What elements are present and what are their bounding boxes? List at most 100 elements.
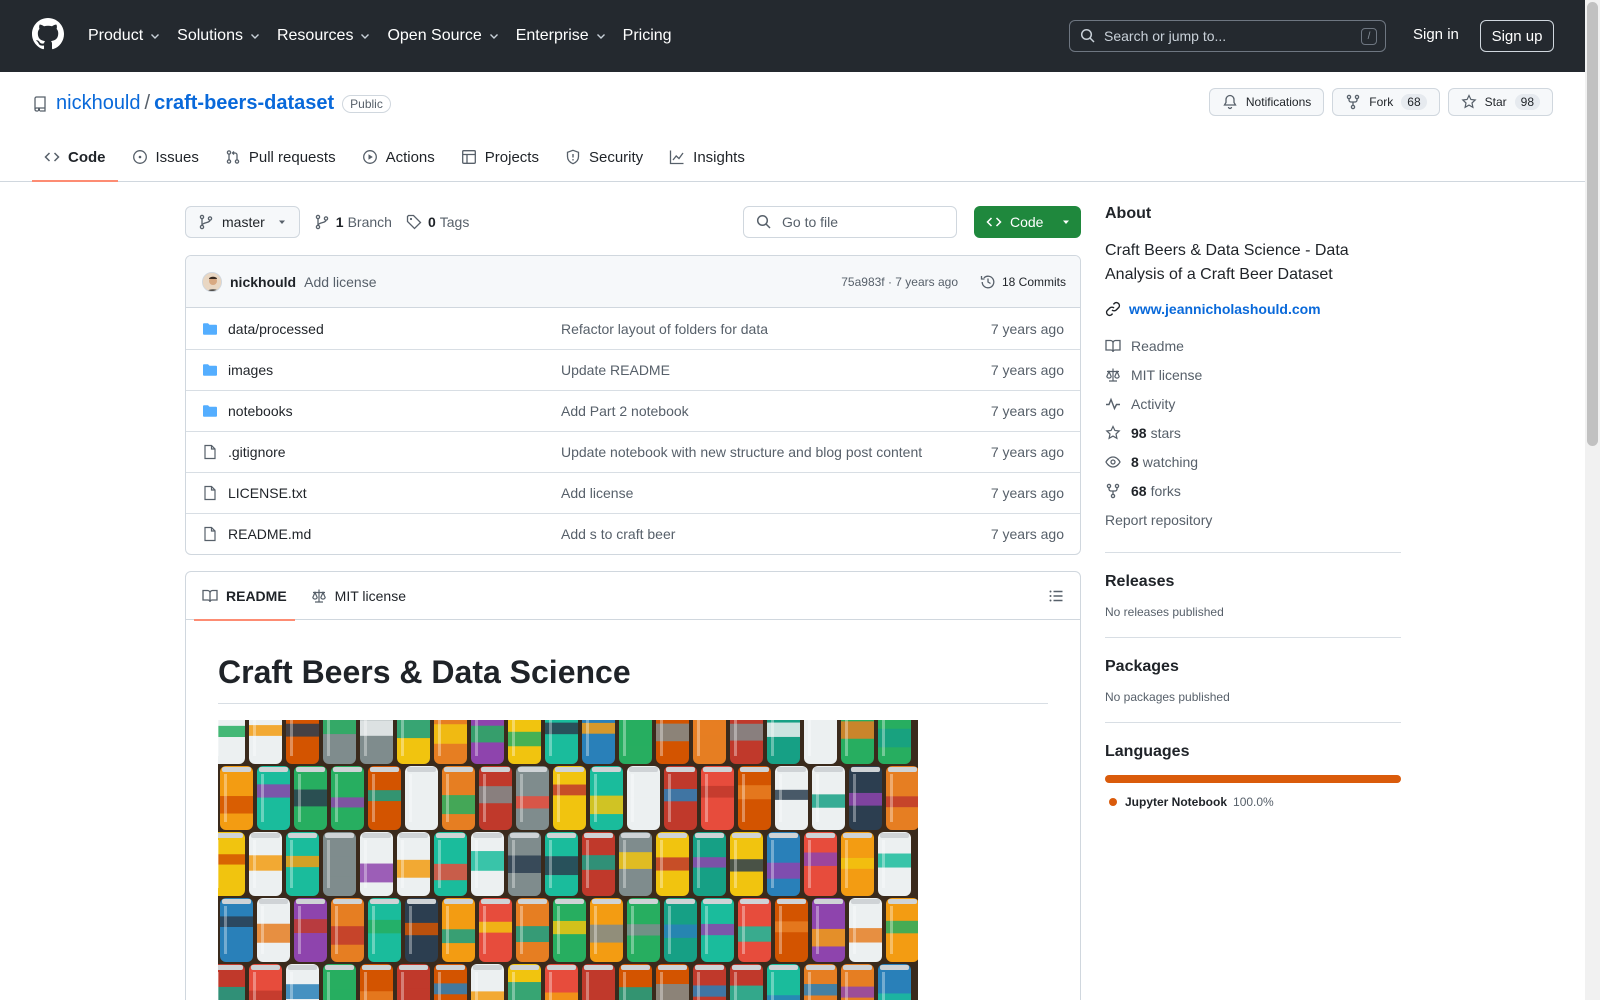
file-commit-age: 7 years ago <box>990 403 1064 419</box>
page-scrollbar[interactable] <box>1585 0 1600 1000</box>
beer-can <box>730 720 763 764</box>
stars-link[interactable]: 98 stars <box>1105 418 1401 447</box>
language-color-dot <box>1109 798 1117 806</box>
commit-author-link[interactable]: nickhould <box>230 274 296 290</box>
repo-name-link[interactable]: craft-beers-dataset <box>154 92 334 115</box>
star-button[interactable]: Star 98 <box>1447 88 1553 116</box>
list-unordered-icon[interactable] <box>1048 588 1064 604</box>
chevron-down-icon <box>489 34 498 39</box>
file-commit-message[interactable]: Add Part 2 notebook <box>561 403 689 419</box>
nav-pricing[interactable]: Pricing <box>623 27 672 45</box>
activity-link[interactable]: Activity <box>1105 389 1401 418</box>
nav-product[interactable]: Product <box>88 27 161 45</box>
beer-can <box>841 964 874 1000</box>
tab-actions[interactable]: Actions <box>350 132 447 182</box>
beer-can <box>397 832 430 896</box>
github-logo-icon[interactable] <box>32 18 64 50</box>
file-commit-message[interactable]: Add s to craft beer <box>561 526 675 542</box>
repo-owner-link[interactable]: nickhould <box>56 92 141 115</box>
nav-resources[interactable]: Resources <box>277 27 371 45</box>
file-row[interactable]: README.md Add s to craft beer 7 years ago <box>186 513 1080 554</box>
history-icon <box>980 275 995 288</box>
branch-name: master <box>222 214 265 230</box>
releases-empty: No releases published <box>1105 605 1224 619</box>
fork-button[interactable]: Fork 68 <box>1332 88 1440 116</box>
tab-security[interactable]: Security <box>553 132 655 182</box>
beer-can <box>479 898 512 962</box>
file-commit-age: 7 years ago <box>990 362 1064 378</box>
file-icon <box>202 485 218 501</box>
file-row[interactable]: data/processed Refactor layout of folders… <box>186 308 1080 349</box>
file-name-link[interactable]: README.md <box>228 526 311 542</box>
beer-can <box>360 964 393 1000</box>
file-row[interactable]: images Update README 7 years ago <box>186 349 1080 390</box>
sign-up-button[interactable]: Sign up <box>1480 20 1554 52</box>
file-row[interactable]: LICENSE.txt Add license 7 years ago <box>186 472 1080 513</box>
file-commit-message[interactable]: Add license <box>561 485 633 501</box>
tab-projects[interactable]: Projects <box>449 132 551 182</box>
report-repository-link[interactable]: Report repository <box>1105 505 1401 534</box>
branch-select-button[interactable]: master <box>185 206 300 238</box>
readme-tab[interactable]: README <box>194 572 295 621</box>
beer-can <box>257 766 290 830</box>
beer-can <box>397 720 430 764</box>
file-navigation: master 1 Branch 0 Tags Go to file Code <box>185 205 1081 239</box>
license-tab[interactable]: MIT license <box>303 572 414 620</box>
beer-can <box>767 832 800 896</box>
star-count: 98 <box>1514 94 1540 110</box>
file-commit-message[interactable]: Update README <box>561 362 670 378</box>
language-item[interactable]: Jupyter Notebook 100.0% <box>1105 795 1401 809</box>
file-name-link[interactable]: .gitignore <box>228 444 286 460</box>
tags-link[interactable]: 0 Tags <box>406 214 469 230</box>
file-commit-message[interactable]: Refactor layout of folders for data <box>561 321 768 337</box>
license-link[interactable]: MIT license <box>1105 360 1401 389</box>
repo-separator: / <box>144 92 151 114</box>
sign-in-link[interactable]: Sign in <box>1413 26 1459 43</box>
beer-can <box>767 964 800 1000</box>
readme-link[interactable]: Readme <box>1105 331 1401 360</box>
tab-insights[interactable]: Insights <box>657 132 757 182</box>
tab-code[interactable]: Code <box>32 132 118 182</box>
commit-message-link[interactable]: Add license <box>304 274 376 290</box>
file-name-link[interactable]: data/processed <box>228 321 324 337</box>
readme-tabs: README MIT license <box>186 572 1080 621</box>
forks-count: 68 <box>1131 482 1147 499</box>
forks-label: forks <box>1150 482 1181 499</box>
commit-hash-age[interactable]: 75a983f · 7 years ago <box>841 275 958 289</box>
releases-heading[interactable]: Releases <box>1105 573 1401 591</box>
beer-can <box>582 720 615 764</box>
forks-link[interactable]: 68 forks <box>1105 476 1401 505</box>
global-search-input[interactable]: Search or jump to... / <box>1069 20 1386 52</box>
tab-label: Pull requests <box>248 148 336 166</box>
stars-count: 98 <box>1131 424 1147 441</box>
watchers-link[interactable]: 8 watching <box>1105 447 1401 476</box>
file-name-link[interactable]: notebooks <box>228 403 293 419</box>
nav-open-source[interactable]: Open Source <box>387 27 499 45</box>
code-dropdown-button[interactable]: Code <box>974 206 1081 238</box>
avatar[interactable] <box>202 271 222 292</box>
chevron-down-icon <box>596 34 605 39</box>
file-row[interactable]: .gitignore Update notebook with new struc… <box>186 431 1080 472</box>
tab-pull-requests[interactable]: Pull requests <box>213 132 348 182</box>
search-icon <box>1080 28 1095 43</box>
search-shortcut-hint: / <box>1361 28 1377 45</box>
license-link-label: MIT license <box>1131 366 1203 383</box>
file-row[interactable]: notebooks Add Part 2 notebook 7 years ago <box>186 390 1080 431</box>
code-button-label: Code <box>1010 214 1044 230</box>
commits-history-link[interactable]: 18 Commits <box>980 274 1066 290</box>
notifications-button[interactable]: Notifications <box>1208 88 1325 116</box>
file-name-link[interactable]: images <box>228 362 273 378</box>
file-commit-message[interactable]: Update notebook with new structure and b… <box>561 444 922 460</box>
branches-link[interactable]: 1 Branch <box>314 214 392 230</box>
packages-heading[interactable]: Packages <box>1105 658 1401 676</box>
website-link[interactable]: www.jeannicholashould.com <box>1105 301 1401 317</box>
tab-issues[interactable]: Issues <box>120 132 211 182</box>
nav-enterprise[interactable]: Enterprise <box>516 27 607 45</box>
nav-solutions[interactable]: Solutions <box>177 27 261 45</box>
cans-illustration <box>218 720 918 1000</box>
file-name-link[interactable]: LICENSE.txt <box>228 485 307 501</box>
beer-can <box>249 964 282 1000</box>
file-commit-age: 7 years ago <box>990 320 1064 337</box>
go-to-file-input[interactable]: Go to file <box>743 206 957 238</box>
scrollbar-thumb[interactable] <box>1587 2 1598 446</box>
